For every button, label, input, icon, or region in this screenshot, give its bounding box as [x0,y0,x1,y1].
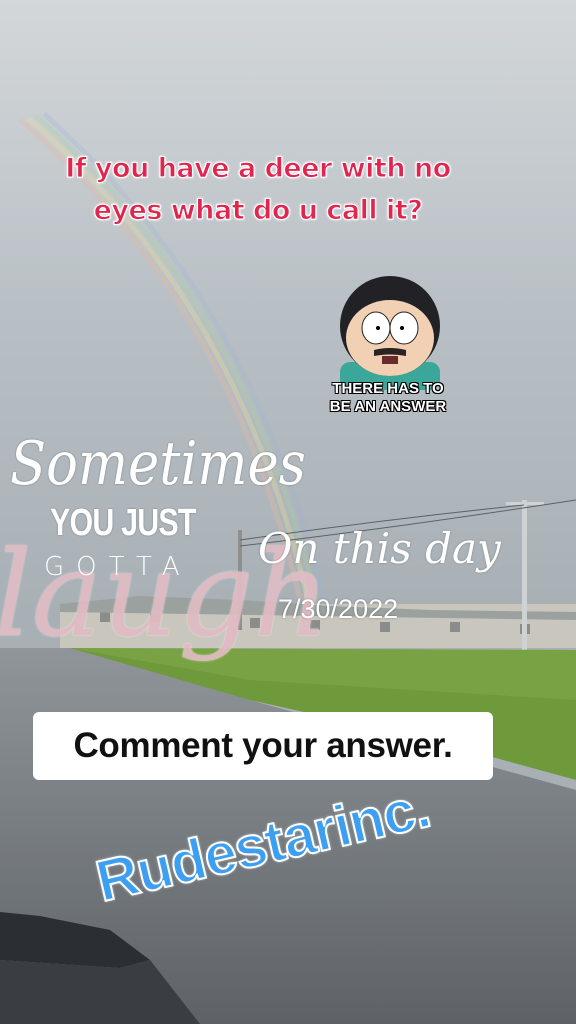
memory-date: 7/30/2022 [278,594,399,624]
question-line-2: eyes what do u call it? [93,195,423,227]
cartoon-character-sticker [340,276,440,390]
question-line-1: If you have a deer with no [65,153,452,185]
you-just-text: YOU JUST [50,502,196,544]
on-this-day-title: On this day [258,524,501,573]
sometimes-text: Sometimes [10,429,306,499]
question-text: If you have a deer with no eyes what do … [0,148,516,232]
character-caption: THERE HAS TO BE AN ANSWER [303,380,473,416]
caption-line-2: BE AN ANSWER [329,398,447,415]
comment-prompt-label: Comment your answer. [73,726,453,765]
caption-line-1: THERE HAS TO [332,380,444,397]
comment-prompt-box: Comment your answer. [33,712,493,780]
gotta-text: GOTTA [44,552,192,582]
